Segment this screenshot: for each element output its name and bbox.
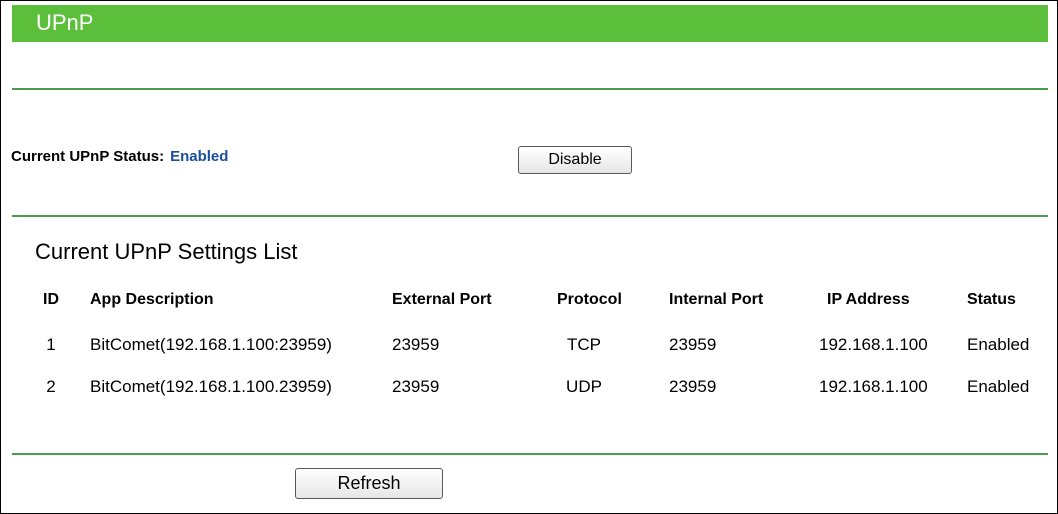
cell-app-description: BitComet(192.168.1.100:23959)	[90, 335, 332, 354]
divider-top	[12, 88, 1048, 90]
cell-id: 2	[46, 377, 56, 396]
column-header-ip-address: IP Address	[827, 291, 910, 308]
divider-bottom	[12, 453, 1048, 455]
column-header-protocol: Protocol	[557, 291, 622, 308]
upnp-panel: UPnP Current UPnP Status: Enabled Disable…	[0, 0, 1058, 514]
upnp-status-label: Current UPnP Status:	[11, 148, 165, 165]
cell-external-port: 23959	[392, 335, 440, 354]
cell-app-description: BitComet(192.168.1.100.23959)	[90, 377, 332, 396]
column-header-status: Status	[967, 291, 1016, 308]
cell-internal-port: 23959	[669, 377, 717, 396]
settings-list-title: Current UPnP Settings List	[35, 239, 298, 264]
upnp-status-value: Enabled	[170, 148, 229, 165]
column-header-internal-port: Internal Port	[669, 291, 764, 308]
cell-internal-port: 23959	[669, 335, 717, 354]
refresh-button[interactable]: Refresh	[295, 468, 443, 499]
column-header-id: ID	[43, 291, 59, 308]
cell-ip-address: 192.168.1.100	[819, 377, 928, 396]
cell-external-port: 23959	[392, 377, 440, 396]
cell-status: Enabled	[967, 377, 1030, 396]
column-header-external-port: External Port	[392, 291, 492, 308]
upnp-status-row: Current UPnP Status: Enabled	[11, 148, 228, 165]
disable-button[interactable]: Disable	[518, 146, 632, 174]
cell-protocol: UDP	[566, 377, 602, 396]
cell-ip-address: 192.168.1.100	[819, 335, 928, 354]
divider-middle	[12, 215, 1048, 217]
page-header: UPnP	[12, 5, 1048, 42]
cell-id: 1	[46, 335, 56, 354]
page-title: UPnP	[36, 10, 94, 35]
cell-protocol: TCP	[567, 335, 601, 354]
cell-status: Enabled	[967, 335, 1030, 354]
column-header-app-description: App Description	[90, 291, 214, 308]
